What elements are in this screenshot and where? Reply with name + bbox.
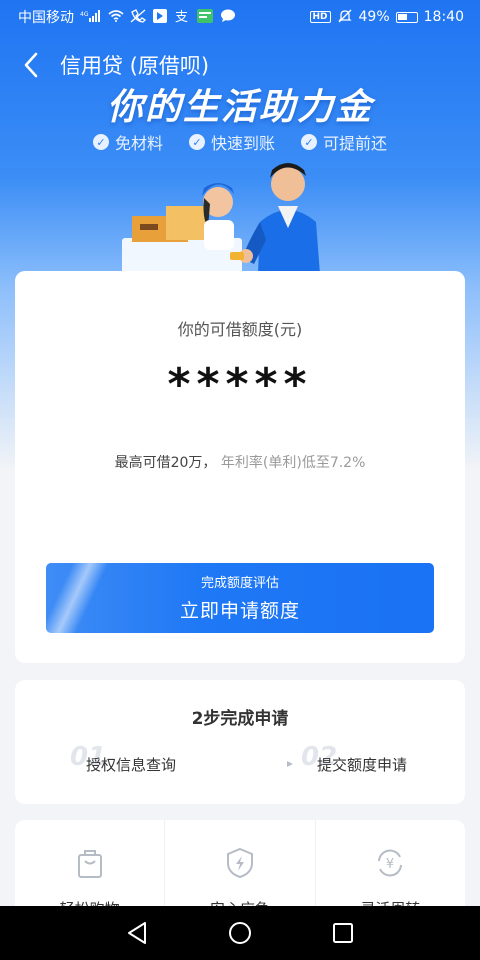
step-item: 02 提交额度申请: [301, 742, 441, 782]
clock: 18:40: [423, 9, 464, 25]
steps-card: 2步完成申请 01 授权信息查询 02 提交额度申请: [15, 680, 465, 804]
battery-percent: 49%: [358, 9, 390, 25]
shield-lightning-icon: [226, 847, 253, 879]
feature-label: 免材料: [114, 134, 163, 153]
step-label: 提交额度申请: [317, 756, 408, 774]
signal-icon: 4G: [80, 10, 102, 24]
credit-card: 你的可借额度(元) ***** 最高可借20万， 年利率(单利)低至7.2% 完…: [15, 271, 465, 663]
status-bar: 中国移动 4G 支 HD 49% 18:40: [0, 0, 480, 34]
shopping-bag-icon: [77, 850, 102, 878]
svg-text:¥: ¥: [386, 857, 394, 872]
circle-home-icon: [228, 922, 251, 944]
credit-info: 最高可借20万， 年利率(单利)低至7.2%: [15, 452, 465, 472]
triangle-back-icon: [127, 922, 146, 944]
back-button[interactable]: [16, 50, 46, 80]
apply-button-subtitle: 完成额度评估: [200, 576, 279, 591]
check-icon: ✓: [188, 134, 205, 150]
system-recents-button[interactable]: [330, 920, 356, 946]
hero-slogan: 你的生活助力金: [106, 87, 373, 128]
app-notification-icon: [152, 8, 168, 26]
apply-button-label: 立即申请额度: [179, 600, 300, 622]
page-title: 信用贷 (原借呗): [60, 54, 210, 78]
feature-item: ✓ 快速到账: [188, 130, 275, 154]
feature-label: 可提前还: [323, 134, 388, 153]
message-icon: [196, 8, 214, 26]
hd-badge: HD: [309, 11, 331, 23]
hero-illustration: [122, 163, 320, 274]
step-item: 01 授权信息查询: [70, 742, 210, 782]
system-nav-bar: [0, 906, 480, 960]
apply-credit-button[interactable]: 完成额度评估 立即申请额度: [46, 563, 434, 633]
credit-limit-label: 你的可借额度(元): [177, 320, 303, 339]
chat-bubble-icon: [220, 9, 236, 25]
hero-features: ✓ 免材料 ✓ 快速到账 ✓ 可提前还: [0, 130, 480, 154]
svg-text:4G: 4G: [80, 11, 89, 18]
check-icon: ✓: [301, 134, 317, 150]
system-home-button[interactable]: [227, 920, 253, 946]
carrier-label: 中国移动: [18, 10, 74, 26]
chevron-left-icon: [24, 52, 38, 78]
wifi-icon: [108, 10, 124, 24]
mute-icon: [337, 8, 353, 26]
square-recents-icon: [333, 923, 354, 943]
steps-title: 2步完成申请: [191, 709, 289, 729]
battery-icon: [395, 11, 418, 23]
feature-label: 快速到账: [210, 134, 275, 153]
feature-item: ✓ 免材料: [92, 130, 163, 154]
feature-item: ✓ 可提前还: [301, 130, 387, 154]
payment-app-icon: 支: [174, 8, 190, 26]
arrow-right-icon: [223, 761, 293, 767]
step-label: 授权信息查询: [86, 756, 177, 774]
credit-limit-amount: *****: [167, 359, 313, 410]
yuan-cycle-icon: ¥: [378, 849, 403, 877]
max-loan-text: 最高可借20万，: [114, 455, 217, 471]
no-call-icon: [130, 9, 147, 25]
system-back-button[interactable]: [124, 920, 150, 946]
svg-text:支: 支: [175, 10, 188, 24]
check-icon: ✓: [92, 134, 109, 150]
interest-rate-text: 年利率(单利)低至7.2%: [220, 455, 366, 471]
